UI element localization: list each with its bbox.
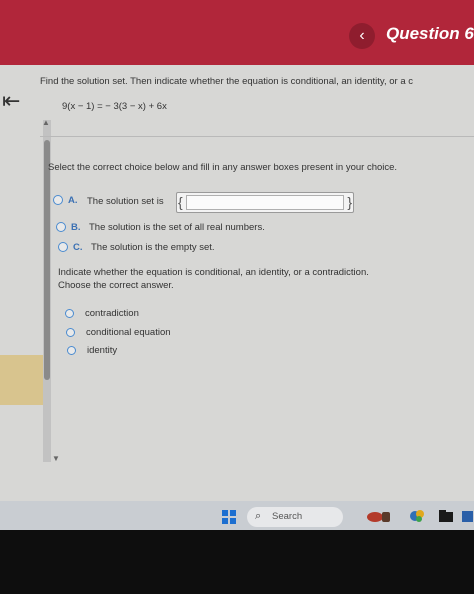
scroll-down-icon[interactable]: ▼: [52, 454, 60, 463]
option-conditional-radio[interactable]: [66, 328, 75, 337]
file-explorer-icon[interactable]: [438, 509, 454, 523]
taskbar-app-icon[interactable]: [460, 509, 474, 523]
option-contradiction-radio[interactable]: [65, 309, 74, 318]
divider: [40, 136, 474, 137]
choice-c-letter: C.: [73, 242, 83, 253]
widgets-icon[interactable]: [366, 509, 392, 523]
choice-a-letter: A.: [68, 195, 78, 206]
choice-b-letter: B.: [71, 222, 81, 233]
collapse-panel-icon[interactable]: ⇤: [2, 88, 20, 114]
question-instruction: Find the solution set. Then indicate whe…: [40, 76, 414, 87]
monitor-bezel: [0, 530, 474, 594]
select-prompt: Select the correct choice below and fill…: [48, 162, 398, 173]
choice-a-text: The solution set is: [87, 196, 164, 207]
option-conditional-label: conditional equation: [86, 327, 171, 338]
option-identity-radio[interactable]: [67, 346, 76, 355]
scrollbar-thumb[interactable]: [44, 140, 50, 380]
windows-start-icon[interactable]: [222, 510, 236, 524]
equation: 9(x − 1) = − 3(3 − x) + 6x: [62, 101, 167, 112]
screen: ‹ Question 6 o ⇤ ▲ ▼ Find the solution s…: [0, 0, 474, 530]
choose-prompt: Choose the correct answer.: [58, 280, 174, 291]
option-identity-label: identity: [87, 345, 118, 356]
app-icon[interactable]: [408, 509, 426, 523]
right-brace-icon: }: [347, 194, 352, 210]
header-bar: ‹ Question 6 o: [0, 0, 474, 65]
choice-a-radio[interactable]: [53, 195, 63, 205]
side-highlight: [0, 355, 44, 405]
taskbar: [0, 501, 474, 530]
search-icon: ⌕: [255, 510, 262, 522]
search-placeholder: Search: [272, 511, 303, 522]
solution-set-answer-box[interactable]: { }: [176, 192, 354, 213]
choice-b-radio[interactable]: [56, 222, 66, 232]
left-brace-icon: {: [178, 194, 183, 210]
previous-question-button[interactable]: ‹: [349, 23, 375, 49]
scroll-up-icon[interactable]: ▲: [42, 118, 50, 127]
taskbar-search[interactable]: ⌕ Search: [247, 507, 343, 527]
indicate-prompt: Indicate whether the equation is conditi…: [58, 267, 369, 278]
choice-c-text: The solution is the empty set.: [91, 242, 215, 253]
option-contradiction-label: contradiction: [85, 308, 139, 319]
choice-b-text: The solution is the set of all real numb…: [89, 222, 265, 233]
solution-set-input[interactable]: [186, 195, 344, 210]
question-title: Question 6 o: [386, 24, 474, 43]
choice-c-radio[interactable]: [58, 242, 68, 252]
